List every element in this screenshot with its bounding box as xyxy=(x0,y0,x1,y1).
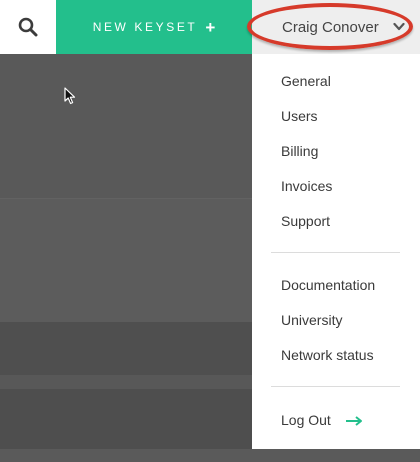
highlight-annotation xyxy=(247,3,413,50)
menu-item-general[interactable]: General xyxy=(281,73,331,89)
menu-item-support[interactable]: Support xyxy=(281,213,330,229)
menu-item-university[interactable]: University xyxy=(281,312,342,328)
backdrop-band xyxy=(0,389,252,449)
menu-item-billing[interactable]: Billing xyxy=(281,143,318,159)
menu-item-documentation[interactable]: Documentation xyxy=(281,277,375,293)
backdrop-band xyxy=(0,198,252,323)
logout-button[interactable]: Log Out xyxy=(281,412,363,428)
menu-item-network-status[interactable]: Network status xyxy=(281,347,374,363)
menu-item-invoices[interactable]: Invoices xyxy=(281,178,332,194)
arrow-right-icon xyxy=(345,416,362,427)
mouse-cursor-icon xyxy=(64,87,76,105)
new-keyset-label: NEW KEYSET xyxy=(92,20,198,34)
search-button[interactable] xyxy=(0,0,56,54)
backdrop-band xyxy=(0,322,252,375)
menu-item-users[interactable]: Users xyxy=(281,108,318,124)
menu-divider xyxy=(271,252,400,253)
plus-icon: + xyxy=(205,17,216,37)
backdrop-band xyxy=(0,54,252,198)
new-keyset-button[interactable]: NEW KEYSET + xyxy=(56,0,252,54)
backdrop-band xyxy=(0,375,252,389)
search-icon xyxy=(18,17,38,37)
logout-label: Log Out xyxy=(281,412,331,428)
menu-divider xyxy=(271,386,400,387)
backdrop-band xyxy=(0,449,252,462)
user-dropdown-menu: General Users Billing Invoices Support D… xyxy=(252,54,420,449)
